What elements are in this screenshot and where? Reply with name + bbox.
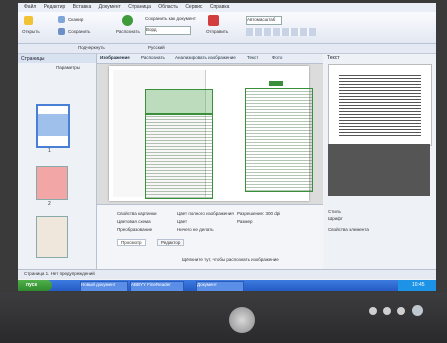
page-number: 1 xyxy=(48,148,51,154)
scanned-page[interactable] xyxy=(109,66,313,201)
text-preview[interactable] xyxy=(328,64,432,146)
windows-taskbar: пуск Новый документ ABBYY FineReader Док… xyxy=(18,280,436,291)
text-pane-title: Текст xyxy=(327,55,340,61)
prop-value[interactable]: Цвет полного изображения xyxy=(177,211,234,216)
menu-tools[interactable]: Сервис xyxy=(185,4,202,10)
recognize-button[interactable]: Распознать xyxy=(116,29,140,34)
page-thumbnail[interactable] xyxy=(36,166,68,200)
scan-icon[interactable] xyxy=(58,16,65,23)
page-thumbnail[interactable] xyxy=(36,104,70,148)
pages-pane: Страницы Параметры 1 2 xyxy=(18,54,97,269)
tab-preview[interactable]: Просмотр xyxy=(117,239,146,246)
tool-recognize[interactable]: Распознать xyxy=(141,55,165,60)
text-preview-dark xyxy=(328,144,430,196)
taskbar-item[interactable]: Документ xyxy=(196,281,244,291)
recognize-hint: Щёлкните тут, чтобы распознать изображен… xyxy=(182,257,279,262)
element-properties-title: Свойства элемента xyxy=(328,227,369,232)
zone-label-tag xyxy=(269,81,283,86)
prop-label: Преобразование xyxy=(117,227,153,232)
taskbar-item[interactable]: ABBYY FineReader xyxy=(130,281,184,291)
save-as-label: Сохранить как документ xyxy=(145,16,196,21)
page-thumbnail[interactable] xyxy=(36,216,68,258)
open-button[interactable]: Открыть xyxy=(22,29,40,34)
underline-label[interactable]: Подчеркнуть xyxy=(78,45,105,50)
menu-edit[interactable]: Редактир xyxy=(44,4,66,10)
menu-file[interactable]: Файл xyxy=(24,4,36,10)
pages-dropdown[interactable]: Параметры xyxy=(56,65,80,70)
page-number: 2 xyxy=(48,201,51,207)
recognize-icon[interactable] xyxy=(122,15,133,26)
image-pane: Изображение Распознать Анализировать изо… xyxy=(97,54,323,270)
zoom-select[interactable]: Автомасштаб xyxy=(246,16,282,25)
menu-page[interactable]: Страница xyxy=(128,4,151,10)
monitor-button[interactable] xyxy=(397,307,405,315)
scan-button[interactable]: Сканир xyxy=(68,17,83,22)
screen: Файл Редактир Вставка Документ Страница … xyxy=(18,3,436,291)
menu-help[interactable]: Справка xyxy=(210,4,230,10)
power-button[interactable] xyxy=(412,305,423,316)
prop-value[interactable]: Ничего не делать xyxy=(177,227,214,232)
prop-extra: Разрешение: 300 dpi xyxy=(237,211,281,216)
save-icon[interactable] xyxy=(58,28,65,35)
prop-value[interactable]: Цвет xyxy=(177,219,187,224)
tool-text[interactable]: Текст xyxy=(247,55,258,60)
tool-picture[interactable]: Фото xyxy=(272,55,282,60)
menu-bar: Файл Редактир Вставка Документ Страница … xyxy=(18,3,436,12)
clock: 10:45 xyxy=(412,282,425,288)
send-button[interactable]: Отправить xyxy=(206,29,228,34)
text-lines xyxy=(339,73,421,137)
monitor-button[interactable] xyxy=(369,307,377,315)
menu-insert[interactable]: Вставка xyxy=(73,4,92,10)
ribbon-toolbar: Открыть Сканир Сохранить Распознать Сохр… xyxy=(18,12,436,44)
pages-pane-title: Страницы xyxy=(18,54,96,63)
monitor-bottom-bezel xyxy=(0,293,447,343)
image-pane-header: Изображение Распознать Анализировать изо… xyxy=(97,54,323,64)
tab-image[interactable]: Изображение xyxy=(100,55,130,60)
system-tray: 10:45 xyxy=(398,280,436,291)
text-pane: Текст Свойства элемента Стиль Шрифт xyxy=(324,54,436,269)
format-select[interactable]: Ворд xyxy=(145,26,191,35)
start-button[interactable]: пуск xyxy=(18,280,52,291)
taskbar-item[interactable]: Новый документ xyxy=(80,281,128,291)
language-select[interactable]: Русский xyxy=(148,45,165,50)
start-label: пуск xyxy=(26,282,37,288)
send-icon[interactable] xyxy=(208,15,219,26)
tab-editor[interactable]: Редактор xyxy=(157,239,185,246)
menu-document[interactable]: Документ xyxy=(99,4,121,10)
save-button[interactable]: Сохранить xyxy=(68,29,90,34)
prop-font: Шрифт xyxy=(328,216,343,221)
prop-label: Свойства картинки xyxy=(117,211,157,216)
text-zone[interactable] xyxy=(145,113,213,199)
status-text: Страница 1. Нет предупреждений xyxy=(24,271,95,276)
dell-logo xyxy=(229,307,255,333)
prop-label: Цветовая схема xyxy=(117,219,151,224)
tool-analyze[interactable]: Анализировать изображение xyxy=(175,55,236,60)
text-zone[interactable] xyxy=(145,89,213,115)
text-zone[interactable] xyxy=(245,88,313,192)
monitor-button[interactable] xyxy=(383,307,391,315)
image-properties-panel: Свойства картинки Цвет полного изображен… xyxy=(97,204,323,270)
prop-extra: Размер xyxy=(237,219,253,224)
formatting-buttons[interactable] xyxy=(246,28,316,36)
status-bar: Страница 1. Нет предупреждений xyxy=(18,269,436,279)
new-document-icon[interactable] xyxy=(24,16,33,25)
prop-style: Стиль xyxy=(328,209,341,214)
menu-area[interactable]: Область xyxy=(158,4,178,10)
secondary-toolbar: Подчеркнуть Русский xyxy=(18,44,436,54)
